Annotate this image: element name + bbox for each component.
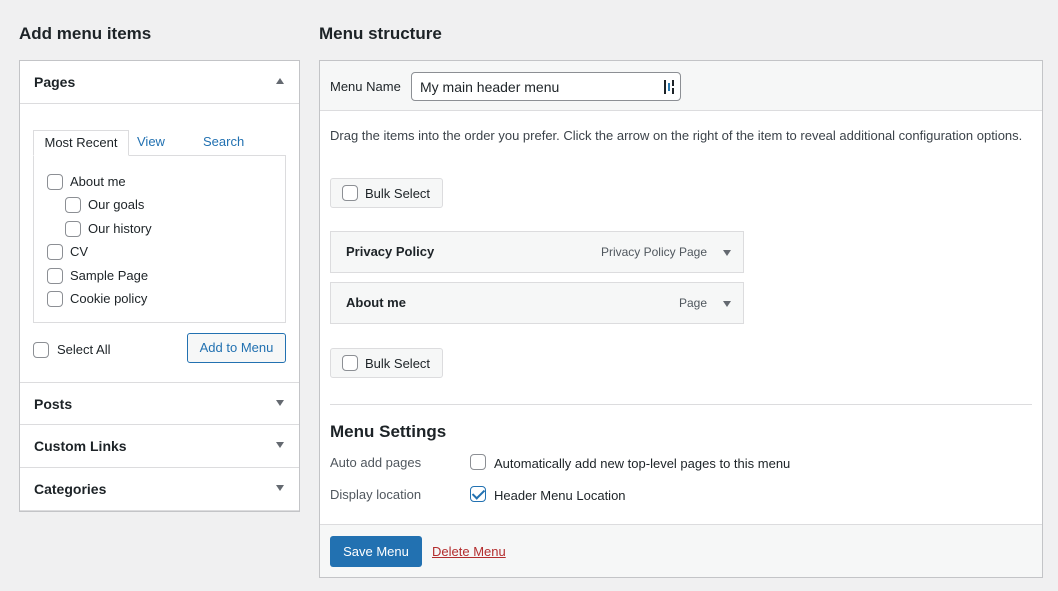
select-all-checkbox[interactable]	[33, 342, 49, 358]
custom-links-section-title: Custom Links	[34, 438, 127, 454]
bulk-select-top[interactable]: Bulk Select	[330, 178, 443, 208]
bulk-select-checkbox[interactable]	[342, 185, 358, 201]
expand-arrow-icon[interactable]	[723, 250, 731, 256]
password-manager-icon[interactable]	[664, 80, 676, 94]
page-label-sample-page: Sample Page	[70, 268, 149, 283]
expand-arrow-icon[interactable]	[276, 442, 284, 448]
menu-item-privacy-policy[interactable]: Privacy Policy Privacy Policy Page	[330, 231, 744, 273]
menu-name-bar: Menu Name My main header menu	[320, 61, 1042, 111]
page-label-cv: CV	[70, 244, 89, 259]
display-location-label: Display location	[330, 487, 422, 502]
page-label-our-goals: Our goals	[88, 197, 145, 212]
checkbox-cv[interactable]	[47, 244, 63, 260]
posts-section-title: Posts	[34, 396, 73, 412]
auto-add-pages-label: Auto add pages	[330, 455, 422, 470]
tab-search[interactable]: Search	[203, 130, 244, 156]
checkbox-about-me[interactable]	[47, 174, 63, 190]
expand-arrow-icon[interactable]	[723, 301, 731, 307]
menu-instructions: Drag the items into the order you prefer…	[330, 128, 1023, 143]
add-to-menu-button[interactable]: Add to Menu	[187, 333, 286, 363]
page-label-about-me: About me	[70, 174, 126, 189]
menu-structure-panel: Menu Name My main header menu Drag the i…	[319, 60, 1043, 578]
collapse-arrow-icon[interactable]	[276, 78, 284, 84]
divider	[330, 404, 1032, 405]
categories-section-header[interactable]: Categories	[20, 468, 299, 511]
menu-item-title: About me	[346, 295, 406, 310]
save-menu-button[interactable]: Save Menu	[330, 536, 422, 567]
posts-section-header[interactable]: Posts	[20, 382, 299, 425]
tab-most-recent[interactable]: Most Recent	[33, 130, 129, 156]
page-label-cookie-policy: Cookie policy	[70, 291, 148, 306]
auto-add-pages-checkbox[interactable]	[470, 454, 486, 470]
page-label-our-history: Our history	[88, 221, 152, 236]
bulk-select-checkbox[interactable]	[342, 355, 358, 371]
pages-section-header[interactable]: Pages	[20, 61, 299, 104]
header-menu-location-checkbox[interactable]	[470, 486, 486, 502]
menu-item-about-me[interactable]: About me Page	[330, 282, 744, 324]
menu-footer-bar: Save Menu Delete Menu	[320, 524, 1042, 577]
bulk-select-label: Bulk Select	[365, 186, 431, 201]
add-menu-items-heading: Add menu items	[19, 24, 152, 43]
tab-view-all[interactable]: View All	[137, 130, 165, 173]
menu-item-type: Page	[678, 296, 707, 310]
checkbox-our-goals[interactable]	[65, 197, 81, 213]
checkbox-cookie-policy[interactable]	[47, 291, 63, 307]
add-menu-items-panel: Pages Most Recent View All Search About …	[19, 60, 300, 512]
bulk-select-label: Bulk Select	[365, 356, 431, 371]
custom-links-section-header[interactable]: Custom Links	[20, 425, 299, 468]
menu-name-value: My main header menu	[420, 79, 560, 95]
menu-name-input[interactable]: My main header menu	[411, 72, 681, 101]
menu-structure-heading: Menu structure	[319, 24, 442, 43]
select-all-label: Select All	[57, 342, 111, 357]
bulk-select-bottom[interactable]: Bulk Select	[330, 348, 443, 378]
delete-menu-link[interactable]: Delete Menu	[432, 544, 506, 559]
menu-item-title: Privacy Policy	[346, 244, 435, 259]
header-menu-location-option: Header Menu Location	[494, 488, 626, 503]
checkbox-our-history[interactable]	[65, 221, 81, 237]
pages-section-title: Pages	[34, 74, 76, 90]
pages-checklist: About me Our goals Our history CV Sample…	[33, 155, 286, 323]
expand-arrow-icon[interactable]	[276, 485, 284, 491]
auto-add-pages-option: Automatically add new top-level pages to…	[494, 456, 791, 471]
checkbox-sample-page[interactable]	[47, 268, 63, 284]
menu-settings-heading: Menu Settings	[330, 422, 447, 441]
menu-name-label: Menu Name	[330, 79, 401, 94]
expand-arrow-icon[interactable]	[276, 400, 284, 406]
categories-section-title: Categories	[34, 481, 107, 497]
menu-item-type: Privacy Policy Page	[600, 245, 707, 259]
